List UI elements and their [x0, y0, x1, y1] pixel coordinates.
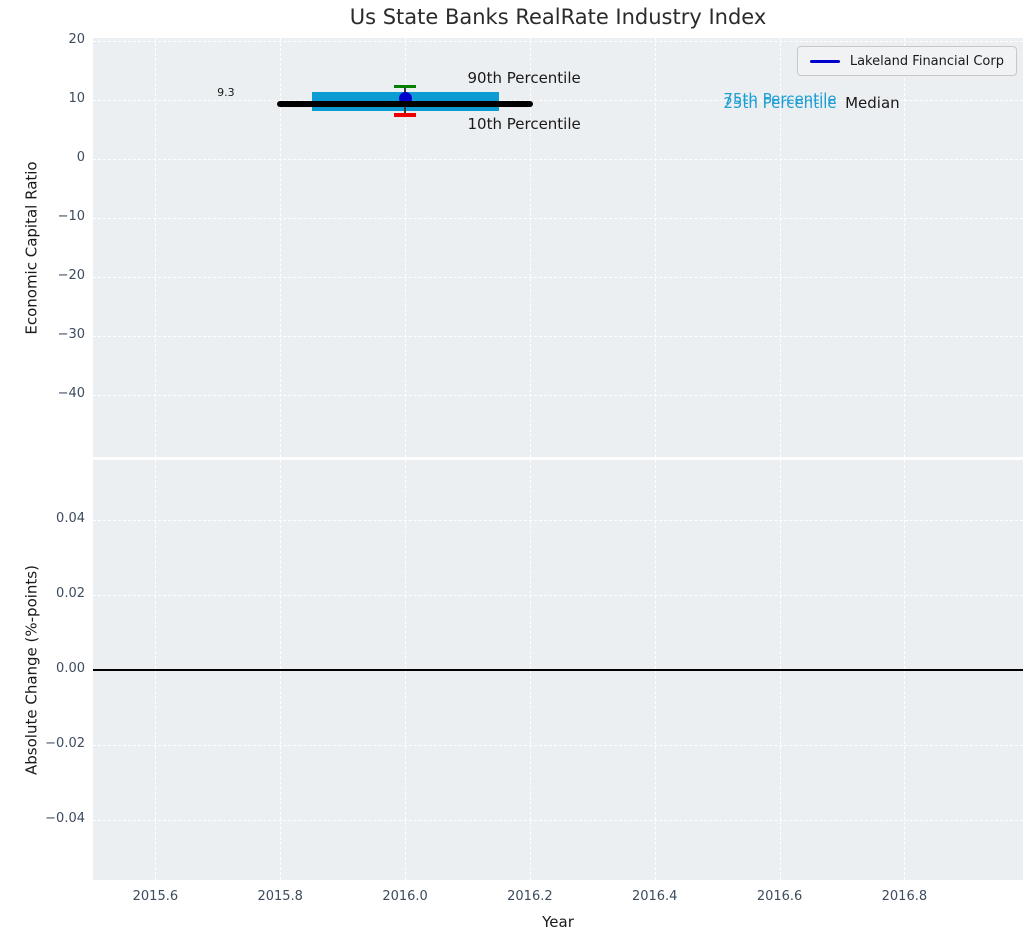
y-tick-label: −10 — [29, 209, 85, 224]
bottom-plot — [93, 460, 1023, 880]
y-tick-label: 10 — [29, 91, 85, 106]
zero-line — [93, 669, 1023, 671]
x-tick-label: 2016.4 — [615, 889, 695, 904]
horizontal-gridline — [93, 218, 1023, 219]
p90-cap — [394, 85, 417, 89]
horizontal-gridline — [93, 820, 1023, 821]
legend: Lakeland Financial Corp — [797, 46, 1017, 76]
annotation-10th-percentile: 10th Percentile — [468, 116, 581, 133]
annotation-median: Median — [845, 95, 900, 112]
y-tick-label: 20 — [29, 32, 85, 47]
horizontal-gridline — [93, 277, 1023, 278]
y-tick-label: 0.02 — [29, 586, 85, 601]
annotation-25th-percentile: 25th Percentile — [723, 94, 836, 111]
y-tick-label: −20 — [29, 268, 85, 283]
y-tick-label: −0.02 — [29, 736, 85, 751]
y-tick-label: 0.04 — [29, 511, 85, 526]
y-tick-label: −30 — [29, 327, 85, 342]
horizontal-gridline — [93, 395, 1023, 396]
legend-line-icon — [810, 60, 840, 63]
annotation-90th-percentile: 90th Percentile — [468, 70, 581, 87]
x-tick-label: 2016.6 — [740, 889, 820, 904]
y-tick-label: −0.04 — [29, 811, 85, 826]
horizontal-gridline — [93, 336, 1023, 337]
y-tick-label: 0.00 — [29, 661, 85, 676]
x-axis-label: Year — [93, 913, 1023, 931]
x-tick-label: 2015.8 — [240, 889, 320, 904]
x-tick-label: 2016.0 — [365, 889, 445, 904]
annotation-9-3: 9.3 — [217, 87, 235, 99]
horizontal-gridline — [93, 41, 1023, 42]
x-tick-label: 2016.8 — [864, 889, 944, 904]
x-tick-label: 2016.2 — [490, 889, 570, 904]
horizontal-gridline — [93, 595, 1023, 596]
horizontal-gridline — [93, 745, 1023, 746]
top-plot: 9.390th Percentile10th Percentile75th Pe… — [93, 38, 1023, 457]
horizontal-gridline — [93, 159, 1023, 160]
p10-cap — [394, 113, 417, 117]
median-line — [277, 101, 533, 108]
x-tick-label: 2015.6 — [115, 889, 195, 904]
chart-title: Us State Banks RealRate Industry Index — [93, 5, 1023, 29]
horizontal-gridline — [93, 520, 1023, 521]
y-tick-label: −40 — [29, 386, 85, 401]
figure: Us State Banks RealRate Industry Index 9… — [0, 0, 1034, 942]
legend-label: Lakeland Financial Corp — [850, 54, 1004, 69]
y-tick-label: 0 — [29, 150, 85, 165]
